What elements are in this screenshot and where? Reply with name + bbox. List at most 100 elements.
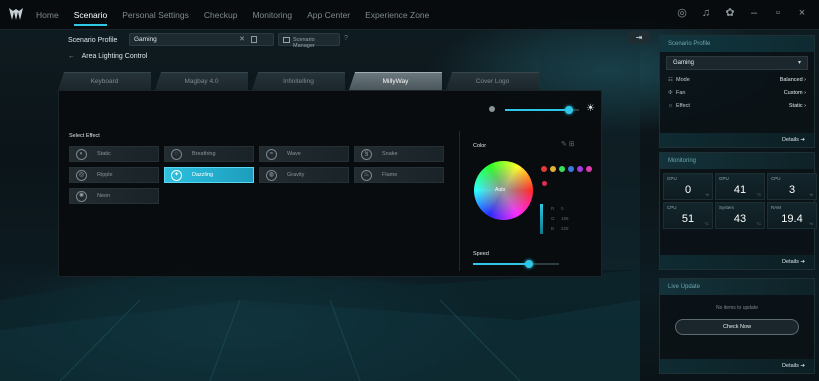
wave-icon: ≈: [266, 149, 277, 160]
breadcrumb-title: Area Lighting Control: [81, 53, 148, 60]
effect-icon: ☼: [668, 103, 674, 109]
effect-snake[interactable]: § Snake: [354, 146, 444, 162]
nav-scenario[interactable]: Scenario: [73, 10, 107, 26]
metric-system-temp: System 43 °C: [715, 202, 765, 229]
back-arrow-icon[interactable]: ←: [68, 53, 75, 60]
effect-neon[interactable]: ✺ Neon: [69, 188, 159, 204]
gravity-icon: ◍: [266, 170, 277, 181]
scenario-profile-label: Scenario Profile: [68, 37, 118, 44]
profile-row-fan[interactable]: ✣ Fan Custom ›: [660, 87, 814, 100]
metric-gpu-usage: GPU 0%: [663, 173, 713, 200]
effect-dazzling[interactable]: ✦ Dazzling: [164, 167, 254, 183]
color-wheel-label: Auto: [495, 187, 506, 193]
effect-breathing[interactable]: ◌ Breathing: [164, 146, 254, 162]
current-color-dot: [542, 181, 547, 186]
swatch-purple[interactable]: [577, 166, 583, 172]
eyedropper-icon[interactable]: ✎ ⊞: [561, 140, 575, 148]
profile-row-mode[interactable]: ☷ Mode Balanced ›: [660, 74, 814, 87]
rgb-row-b: B 229: [551, 226, 569, 231]
effect-ripple[interactable]: ◎ Ripple: [69, 167, 159, 183]
select-effect-title: Select Effect: [69, 133, 100, 139]
ripple-icon: ◎: [76, 170, 87, 181]
tab-keyboard[interactable]: Keyboard: [58, 72, 151, 90]
color-wheel[interactable]: Auto: [474, 161, 533, 220]
color-swatches: [541, 166, 592, 172]
nav-app-center[interactable]: App Center: [307, 10, 350, 20]
effect-label: Wave: [287, 151, 301, 157]
effect-gravity[interactable]: ◍ Gravity: [259, 167, 349, 183]
rgb-values: R0 G 196 B 229: [551, 204, 571, 234]
breadcrumb[interactable]: ← Area Lighting Control: [68, 53, 147, 60]
swatch-red[interactable]: [541, 166, 547, 172]
tab-cover-logo[interactable]: Cover Logo: [446, 72, 539, 90]
card-header: Live Update: [660, 279, 814, 295]
effect-flame[interactable]: ♨ Flame: [354, 167, 444, 183]
effect-label: Flame: [382, 172, 398, 178]
speed-title: Speed: [473, 251, 489, 257]
speed-knob[interactable]: [525, 260, 533, 268]
effect-label: Gravity: [287, 172, 305, 178]
help-icon[interactable]: ?: [344, 35, 348, 42]
notification-icon[interactable]: ♫: [699, 6, 713, 20]
user-icon[interactable]: ◎: [675, 6, 689, 20]
close-button[interactable]: ×: [795, 6, 809, 20]
scenario-profile-select[interactable]: Gaming ✕: [129, 33, 274, 46]
nav-personal-settings[interactable]: Personal Settings: [122, 10, 189, 20]
profile-details-link[interactable]: Details ➔: [660, 133, 814, 147]
copy-icon[interactable]: [251, 36, 257, 43]
predator-logo-icon: [9, 8, 23, 20]
monitoring-details-link[interactable]: Details ➔: [660, 255, 814, 269]
flame-icon: ♨: [361, 170, 372, 181]
hue-bar[interactable]: [540, 204, 543, 234]
brightness-sun-icon: ☀: [586, 103, 595, 114]
update-details-link[interactable]: Details ➔: [660, 359, 814, 373]
nav-checkup[interactable]: Checkup: [204, 10, 238, 20]
card-header: Monitoring: [660, 153, 814, 169]
nav-monitoring[interactable]: Monitoring: [252, 10, 292, 20]
brightness-slider[interactable]: [505, 106, 579, 114]
mode-icon: ☷: [668, 77, 673, 83]
effect-label: Ripple: [97, 172, 113, 178]
collapse-sidebar-button[interactable]: ⇥: [628, 31, 650, 44]
maximize-button[interactable]: ▫: [771, 6, 785, 20]
brightness-fill: [505, 109, 569, 111]
nav-experience-zone[interactable]: Experience Zone: [365, 10, 429, 20]
swatch-orange[interactable]: [550, 166, 556, 172]
card-header: Scenario Profile: [660, 36, 814, 52]
brightness-knob[interactable]: [565, 106, 573, 114]
swatch-pink[interactable]: [586, 166, 592, 172]
speed-slider[interactable]: [473, 260, 559, 268]
effect-label: Static: [97, 151, 111, 157]
profile-dropdown[interactable]: Gaming ▾: [666, 56, 808, 70]
swatch-green[interactable]: [559, 166, 565, 172]
effect-static[interactable]: ◐ Static: [69, 146, 159, 162]
tab-magbay[interactable]: Magbay 4.0: [155, 72, 248, 90]
brightness-control: ☀: [489, 103, 599, 117]
settings-gear-icon[interactable]: ✿: [723, 6, 737, 20]
profile-row-effect[interactable]: ☼ Effect Static ›: [660, 100, 814, 113]
scenario-manager-button[interactable]: Scenario Manager: [278, 33, 340, 49]
speed-fill: [473, 263, 529, 265]
panel-divider: [459, 131, 460, 271]
tab-millyway[interactable]: MillyWay: [349, 72, 442, 90]
nav-home[interactable]: Home: [36, 10, 59, 20]
main-nav: Home Scenario Personal Settings Checkup …: [36, 0, 444, 30]
update-status-text: No items to update: [716, 305, 758, 311]
profile-dropdown-value: Gaming: [673, 60, 695, 66]
effect-wave[interactable]: ≈ Wave: [259, 146, 349, 162]
fan-icon: ✣: [668, 90, 673, 96]
effect-label: Neon: [97, 193, 111, 199]
metric-ram-usage: RAM 19.4%: [767, 202, 817, 229]
tab-infinitelling[interactable]: Infinitelling: [252, 72, 345, 90]
rgb-row-g: G 196: [551, 216, 569, 221]
top-right-controls: ◎ ♫ ✿ – ▫ ×: [675, 6, 809, 20]
minimize-button[interactable]: –: [747, 6, 761, 20]
swatch-blue[interactable]: [568, 166, 574, 172]
manager-icon: [283, 37, 290, 43]
snake-icon: §: [361, 149, 372, 160]
neon-icon: ✺: [76, 191, 87, 202]
check-now-button[interactable]: Check Now: [675, 319, 799, 335]
metric-cpu-temp: CPU 51 °C: [663, 202, 713, 229]
clear-icon[interactable]: ✕: [239, 35, 245, 43]
lighting-panel: ☀ Select Effect ◐ Static ◌ Breathing ≈ Wave…: [58, 90, 602, 277]
